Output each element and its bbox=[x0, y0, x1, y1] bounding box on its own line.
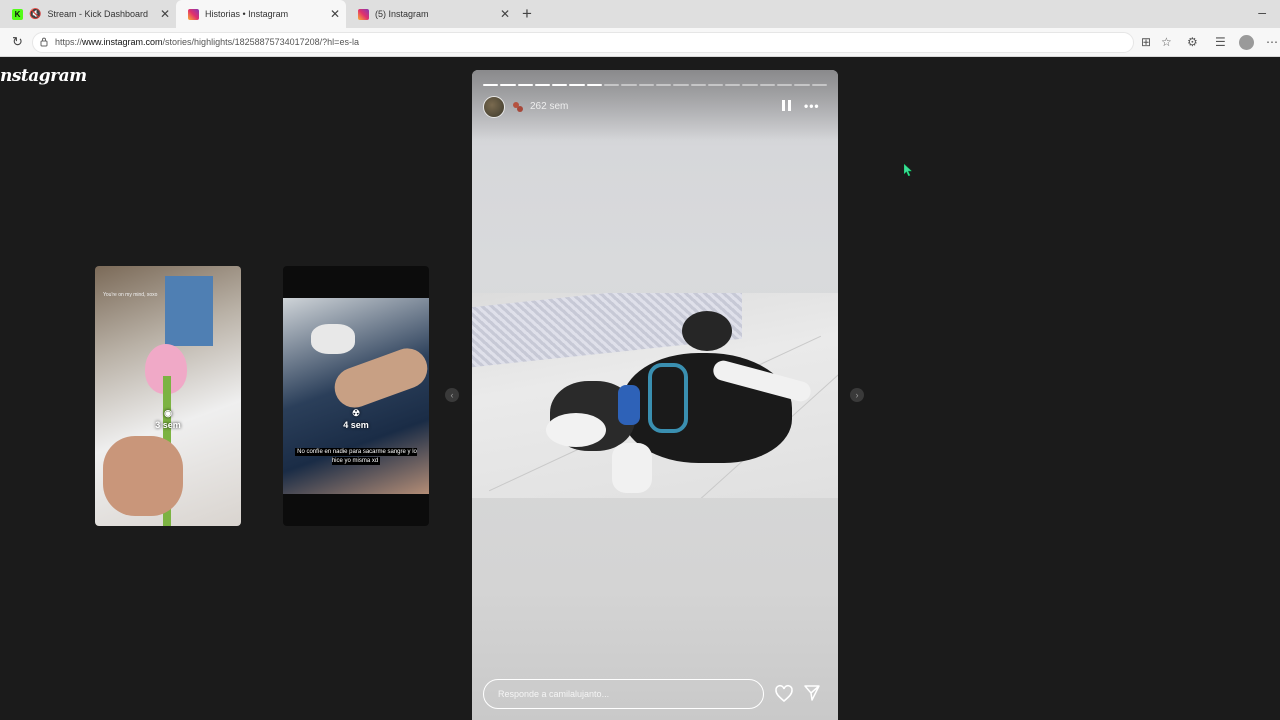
tab-title: Stream - Kick Dashboard bbox=[47, 9, 148, 19]
story-reaction-icon bbox=[513, 102, 523, 112]
story-progress-segment bbox=[517, 84, 533, 86]
dog-paw-image bbox=[612, 443, 652, 493]
side-story-time: 3 sem bbox=[155, 420, 181, 430]
browser-tab-bar: K 🔇 Stream - Kick Dashboard ✕ Historias … bbox=[0, 0, 1280, 28]
side-story-caption: You're on my mind, xoxo bbox=[103, 292, 158, 298]
url-scheme: https:// bbox=[55, 37, 83, 47]
more-menu-icon[interactable]: ⋯ bbox=[1266, 35, 1278, 49]
story-time: 262 sem bbox=[530, 101, 569, 112]
story-background bbox=[165, 276, 213, 346]
dog-tail-image bbox=[682, 311, 732, 351]
caption-text: No confíe en nadie para sacarme sangre y… bbox=[295, 448, 417, 465]
side-story-label-1: ◉ 3 sem bbox=[95, 408, 241, 430]
like-heart-icon[interactable] bbox=[774, 684, 794, 704]
story-dog-photo bbox=[472, 293, 838, 498]
story-progress-segment bbox=[638, 84, 654, 86]
story-progress-segment bbox=[707, 84, 724, 86]
pause-icon[interactable] bbox=[782, 100, 792, 111]
next-story-arrow-icon[interactable]: › bbox=[850, 388, 864, 402]
story-progress-segment bbox=[690, 84, 706, 86]
dog-face-image bbox=[546, 413, 606, 447]
instagram-logo[interactable]: nstagram bbox=[0, 66, 87, 86]
url-text: https://www.instagram.com/stories/highli… bbox=[55, 37, 359, 47]
tab-historias-instagram[interactable]: Historias • Instagram ✕ bbox=[176, 0, 346, 28]
story-progress-segment bbox=[725, 84, 741, 86]
url-host: www.instagram.com bbox=[82, 37, 163, 47]
arm-image bbox=[329, 342, 429, 414]
story-progress-segment bbox=[500, 84, 516, 86]
close-tab-icon[interactable]: ✕ bbox=[160, 8, 170, 20]
tab-instagram[interactable]: (5) Instagram ✕ bbox=[346, 0, 516, 28]
story-avatar-icon: ☢ bbox=[351, 408, 361, 418]
url-path: /stories/highlights/18258875734017208/?h… bbox=[162, 37, 359, 47]
send-message-icon[interactable] bbox=[803, 684, 821, 702]
close-tab-icon[interactable]: ✕ bbox=[330, 8, 340, 20]
url-field[interactable]: https://www.instagram.com/stories/highli… bbox=[32, 32, 1134, 53]
story-progress-segment bbox=[552, 84, 568, 86]
story-avatar-icon: ◉ bbox=[164, 408, 172, 418]
side-story-preview-1[interactable]: You're on my mind, xoxo bbox=[95, 266, 241, 526]
extensions-icon[interactable]: ⚙ bbox=[1187, 35, 1198, 49]
reply-input[interactable]: Responde a camilalujanto... bbox=[483, 679, 764, 709]
story-progress-segment bbox=[777, 84, 793, 86]
story-progress-segment bbox=[483, 84, 499, 86]
story-progress-segment bbox=[742, 84, 758, 86]
reply-placeholder: Responde a camilalujanto... bbox=[498, 689, 610, 699]
story-progress-segment bbox=[621, 84, 637, 86]
story-progress-segment bbox=[759, 84, 776, 86]
new-tab-button[interactable]: + bbox=[522, 4, 532, 24]
story-progress-segment bbox=[794, 84, 810, 86]
story-progress-segment bbox=[534, 84, 551, 86]
hand-image bbox=[103, 436, 183, 516]
close-tab-icon[interactable]: ✕ bbox=[500, 8, 510, 20]
story-author-avatar[interactable] bbox=[483, 96, 505, 118]
muted-speaker-icon[interactable]: 🔇 bbox=[29, 9, 41, 20]
face-mask-image bbox=[311, 324, 355, 354]
minimize-button[interactable]: – bbox=[1258, 4, 1266, 20]
tab-title: Historias • Instagram bbox=[205, 9, 289, 19]
story-progress-segment bbox=[655, 84, 672, 86]
reload-icon[interactable]: ↻ bbox=[12, 34, 23, 50]
story-viewer[interactable]: 262 sem ••• Responde a camilalujanto... bbox=[472, 70, 838, 720]
tab-kick-dashboard[interactable]: K 🔇 Stream - Kick Dashboard ✕ bbox=[0, 0, 176, 28]
side-story-caption: No confíe en nadie para sacarme sangre y… bbox=[291, 448, 421, 466]
story-progress-segment bbox=[569, 84, 585, 86]
favorites-list-icon[interactable]: ☰ bbox=[1215, 35, 1226, 49]
instagram-icon bbox=[188, 8, 199, 20]
more-options-icon[interactable]: ••• bbox=[804, 100, 820, 112]
dog-collar-image bbox=[618, 385, 640, 425]
story-progress-segment bbox=[673, 84, 689, 86]
lock-icon[interactable] bbox=[40, 37, 48, 47]
instagram-icon bbox=[358, 8, 369, 20]
story-progress-segment bbox=[604, 84, 620, 86]
side-story-preview-2[interactable]: No confíe en nadie para sacarme sangre y… bbox=[283, 266, 429, 526]
side-story-time: 4 sem bbox=[343, 420, 369, 430]
dog-harness-image bbox=[648, 363, 688, 433]
side-story-label-2: ☢ 4 sem bbox=[283, 408, 429, 430]
story-progress-segment bbox=[811, 84, 827, 86]
kick-icon: K bbox=[12, 8, 23, 20]
favorite-star-icon[interactable]: ☆ bbox=[1161, 35, 1172, 49]
previous-story-arrow-icon[interactable]: ‹ bbox=[445, 388, 459, 402]
tab-title: (5) Instagram bbox=[375, 9, 429, 19]
address-bar-row: ↻ https://www.instagram.com/stories/high… bbox=[0, 28, 1280, 57]
story-progress-bar bbox=[483, 84, 827, 86]
apps-grid-icon[interactable]: ⊞ bbox=[1141, 35, 1151, 49]
mouse-cursor-icon bbox=[904, 164, 912, 176]
story-progress-segment bbox=[586, 84, 603, 86]
profile-avatar-icon[interactable] bbox=[1239, 35, 1254, 50]
